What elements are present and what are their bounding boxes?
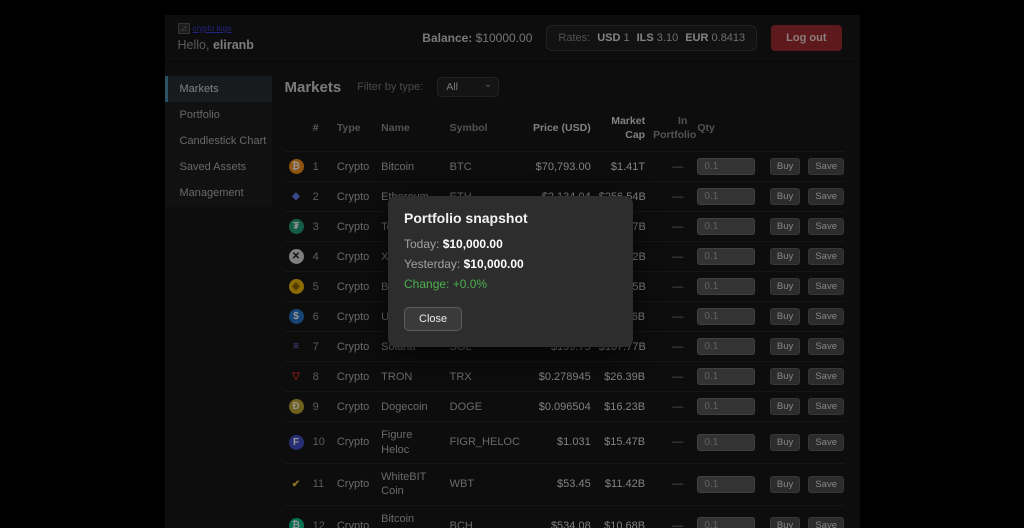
change-value: +0.0% (453, 277, 487, 291)
portfolio-snapshot-modal: Portfolio snapshot Today: $10,000.00 Yes… (388, 196, 633, 347)
yesterday-line: Yesterday: $10,000.00 (404, 257, 617, 271)
today-value: $10,000.00 (443, 237, 503, 251)
yesterday-value: $10,000.00 (464, 257, 524, 271)
change-line: Change: +0.0% (404, 277, 617, 291)
modal-title: Portfolio snapshot (404, 210, 617, 226)
today-line: Today: $10,000.00 (404, 237, 617, 251)
close-button[interactable]: Close (404, 307, 462, 331)
